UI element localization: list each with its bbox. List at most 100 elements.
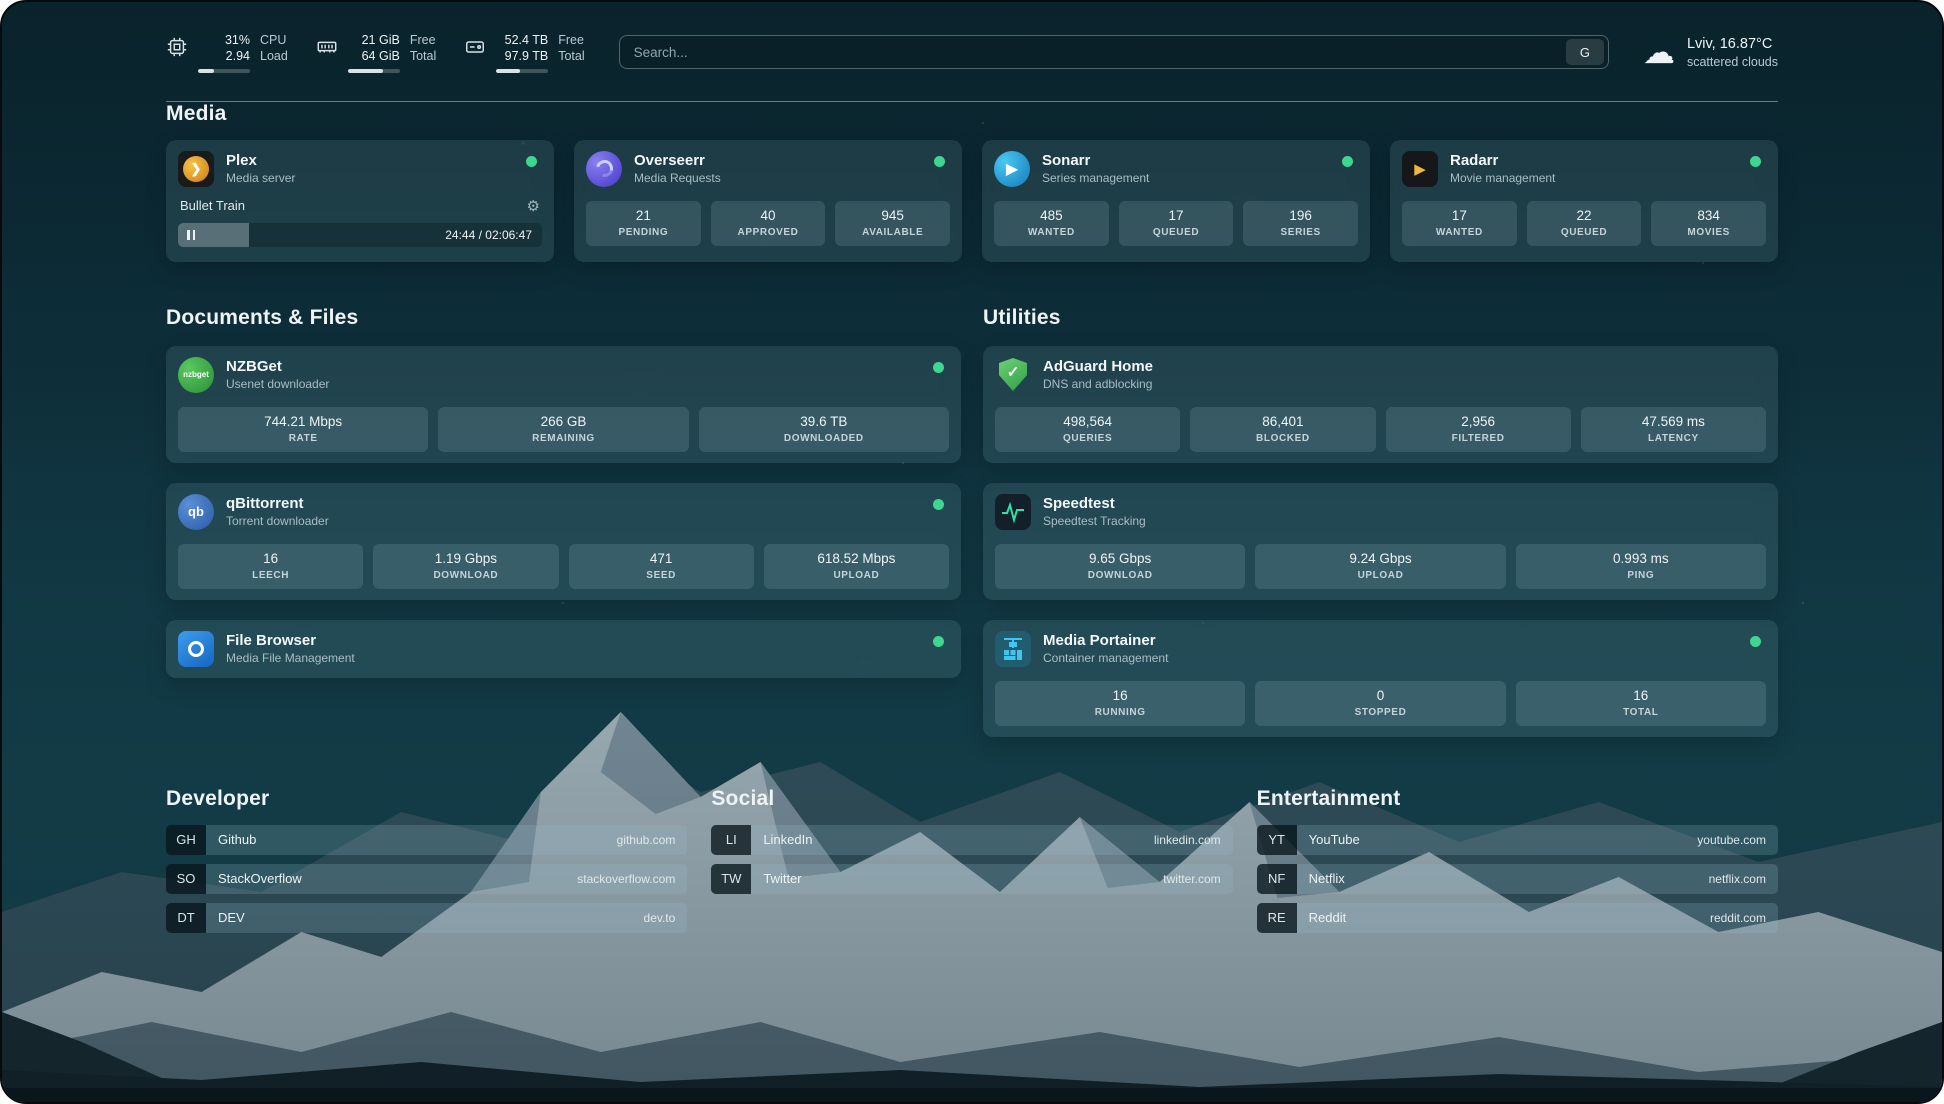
weather-widget: ☁ Lviv, 16.87°C scattered clouds bbox=[1643, 36, 1778, 69]
service-name: Speedtest bbox=[1043, 495, 1766, 512]
card-overseerr: Overseerr Media Requests 21PENDING 40APP… bbox=[574, 140, 962, 262]
stat-upload: 9.24 GbpsUPLOAD bbox=[1255, 544, 1505, 589]
service-name: File Browser bbox=[226, 632, 921, 649]
stat-series: 196SERIES bbox=[1243, 201, 1358, 246]
nzbget-stats: 744.21 MbpsRATE 266 GBREMAINING 39.6 TBD… bbox=[178, 407, 949, 452]
bookmarks-grid: Developer GH Githubgithub.com SO StackOv… bbox=[166, 787, 1778, 942]
bookmark-twitter[interactable]: TW Twittertwitter.com bbox=[711, 864, 1232, 894]
qbittorrent-stats: 16LEECH 1.19 GbpsDOWNLOAD 471SEED 618.52… bbox=[178, 544, 949, 589]
service-name: AdGuard Home bbox=[1043, 358, 1766, 375]
section-heading-social: Social bbox=[711, 787, 1232, 811]
stat-wanted: 17WANTED bbox=[1402, 201, 1517, 246]
bookmark-abbr: DT bbox=[166, 903, 206, 933]
stat-queued: 22QUEUED bbox=[1527, 201, 1642, 246]
bookmark-name: Github bbox=[218, 832, 256, 847]
search-input[interactable] bbox=[620, 45, 1566, 60]
stat-filtered: 2,956FILTERED bbox=[1386, 407, 1571, 452]
speedtest-titles: Speedtest Speedtest Tracking bbox=[1043, 495, 1766, 528]
sonarr-stats: 485WANTED 17QUEUED 196SERIES bbox=[994, 201, 1358, 246]
weather-text: Lviv, 16.87°C scattered clouds bbox=[1687, 36, 1778, 69]
bookmark-youtube[interactable]: YT YouTubeyoutube.com bbox=[1257, 825, 1778, 855]
bookmark-name: Reddit bbox=[1309, 910, 1347, 925]
cpu-bar bbox=[198, 69, 250, 73]
bookmark-name: StackOverflow bbox=[218, 871, 302, 886]
entertainment-column: Entertainment YT YouTubeyoutube.com NF N… bbox=[1257, 787, 1778, 942]
card-portainer: Media Portainer Container management 16R… bbox=[983, 620, 1778, 737]
cloud-icon: ☁ bbox=[1643, 36, 1675, 68]
memory-bar-fill bbox=[348, 69, 383, 73]
disk-widget: 52.4 TB 97.9 TB Free Total bbox=[464, 32, 584, 73]
utilities-column: Utilities ✓ AdGuard Home DNS and adblock… bbox=[983, 306, 1778, 737]
service-desc: Usenet downloader bbox=[226, 377, 921, 391]
bookmark-abbr: SO bbox=[166, 864, 206, 894]
status-dot bbox=[933, 636, 944, 647]
now-playing-row: Bullet Train ⚙ bbox=[178, 197, 542, 215]
stat-blocked: 86,401BLOCKED bbox=[1190, 407, 1375, 452]
bookmark-stackoverflow[interactable]: SO StackOverflowstackoverflow.com bbox=[166, 864, 687, 894]
stat-remaining: 266 GBREMAINING bbox=[438, 407, 688, 452]
service-name: qBittorrent bbox=[226, 495, 921, 512]
service-link-sonarr[interactable]: ▶ Sonarr Series management bbox=[994, 151, 1358, 187]
adguard-icon: ✓ bbox=[995, 357, 1031, 393]
stat-available: 945AVAILABLE bbox=[835, 201, 950, 246]
gear-icon[interactable]: ⚙ bbox=[527, 197, 540, 215]
bookmark-name: LinkedIn bbox=[763, 832, 812, 847]
bookmark-abbr: LI bbox=[711, 825, 751, 855]
bookmark-github[interactable]: GH Githubgithub.com bbox=[166, 825, 687, 855]
cpu-icon bbox=[166, 36, 188, 58]
memory-bar bbox=[348, 69, 400, 73]
playback-time: 24:44 / 02:06:47 bbox=[445, 228, 532, 242]
stat-total: 16TOTAL bbox=[1516, 681, 1766, 726]
service-link-nzbget[interactable]: nzbget NZBGet Usenet downloader bbox=[178, 357, 949, 393]
disk-bar-fill bbox=[496, 69, 520, 73]
bookmark-abbr: GH bbox=[166, 825, 206, 855]
service-desc: Media server bbox=[226, 171, 514, 185]
stat-running: 16RUNNING bbox=[995, 681, 1245, 726]
adguard-stats: 498,564QUERIES 86,401BLOCKED 2,956FILTER… bbox=[995, 407, 1766, 452]
bookmark-url: reddit.com bbox=[1710, 911, 1766, 925]
developer-column: Developer GH Githubgithub.com SO StackOv… bbox=[166, 787, 687, 942]
stat-wanted: 485WANTED bbox=[994, 201, 1109, 246]
service-desc: Media Requests bbox=[634, 171, 922, 185]
service-link-overseerr[interactable]: Overseerr Media Requests bbox=[586, 151, 950, 187]
pause-icon[interactable] bbox=[187, 230, 195, 240]
stat-seed: 471SEED bbox=[569, 544, 754, 589]
filebrowser-titles: File Browser Media File Management bbox=[226, 632, 921, 665]
service-link-plex[interactable]: ❯ Plex Media server bbox=[178, 151, 542, 187]
bookmark-netflix[interactable]: NF Netflixnetflix.com bbox=[1257, 864, 1778, 894]
qbittorrent-icon: qb bbox=[178, 494, 214, 530]
bookmark-reddit[interactable]: RE Redditreddit.com bbox=[1257, 903, 1778, 933]
overseerr-titles: Overseerr Media Requests bbox=[634, 152, 922, 185]
disk-values: 52.4 TB 97.9 TB bbox=[496, 32, 548, 73]
section-heading-documents: Documents & Files bbox=[166, 306, 961, 330]
service-link-portainer[interactable]: Media Portainer Container management bbox=[995, 631, 1766, 667]
disk-total: 97.9 TB bbox=[505, 48, 549, 64]
dashboard-content: 31% 2.94 CPU Load 21 GiB bbox=[2, 2, 1942, 1102]
service-link-adguard[interactable]: ✓ AdGuard Home DNS and adblocking bbox=[995, 357, 1766, 393]
service-link-filebrowser[interactable]: File Browser Media File Management bbox=[178, 631, 949, 667]
service-desc: Media File Management bbox=[226, 651, 921, 665]
bookmark-abbr: YT bbox=[1257, 825, 1297, 855]
status-dot bbox=[1750, 636, 1761, 647]
memory-label-top: Free bbox=[410, 32, 436, 48]
sonarr-icon: ▶ bbox=[994, 151, 1030, 187]
plex-icon: ❯ bbox=[178, 151, 214, 187]
service-desc: Torrent downloader bbox=[226, 514, 921, 528]
bookmark-name: Netflix bbox=[1309, 871, 1345, 886]
memory-free: 21 GiB bbox=[362, 32, 400, 48]
service-link-speedtest[interactable]: Speedtest Speedtest Tracking bbox=[995, 494, 1766, 530]
card-qbittorrent: qb qBittorrent Torrent downloader 16LEEC… bbox=[166, 483, 961, 600]
search-provider-button[interactable]: G bbox=[1566, 39, 1604, 65]
bookmark-linkedin[interactable]: LI LinkedInlinkedin.com bbox=[711, 825, 1232, 855]
section-heading-developer: Developer bbox=[166, 787, 687, 811]
service-link-radarr[interactable]: ▶ Radarr Movie management bbox=[1402, 151, 1766, 187]
cpu-label-bottom: Load bbox=[260, 48, 288, 64]
speedtest-stats: 9.65 GbpsDOWNLOAD 9.24 GbpsUPLOAD 0.993 … bbox=[995, 544, 1766, 589]
bookmark-dev[interactable]: DT DEVdev.to bbox=[166, 903, 687, 933]
service-link-qbittorrent[interactable]: qb qBittorrent Torrent downloader bbox=[178, 494, 949, 530]
radarr-stats: 17WANTED 22QUEUED 834MOVIES bbox=[1402, 201, 1766, 246]
status-dot bbox=[934, 156, 945, 167]
dashboard-window: 31% 2.94 CPU Load 21 GiB bbox=[0, 0, 1944, 1104]
stat-queries: 498,564QUERIES bbox=[995, 407, 1180, 452]
filebrowser-icon bbox=[178, 631, 214, 667]
